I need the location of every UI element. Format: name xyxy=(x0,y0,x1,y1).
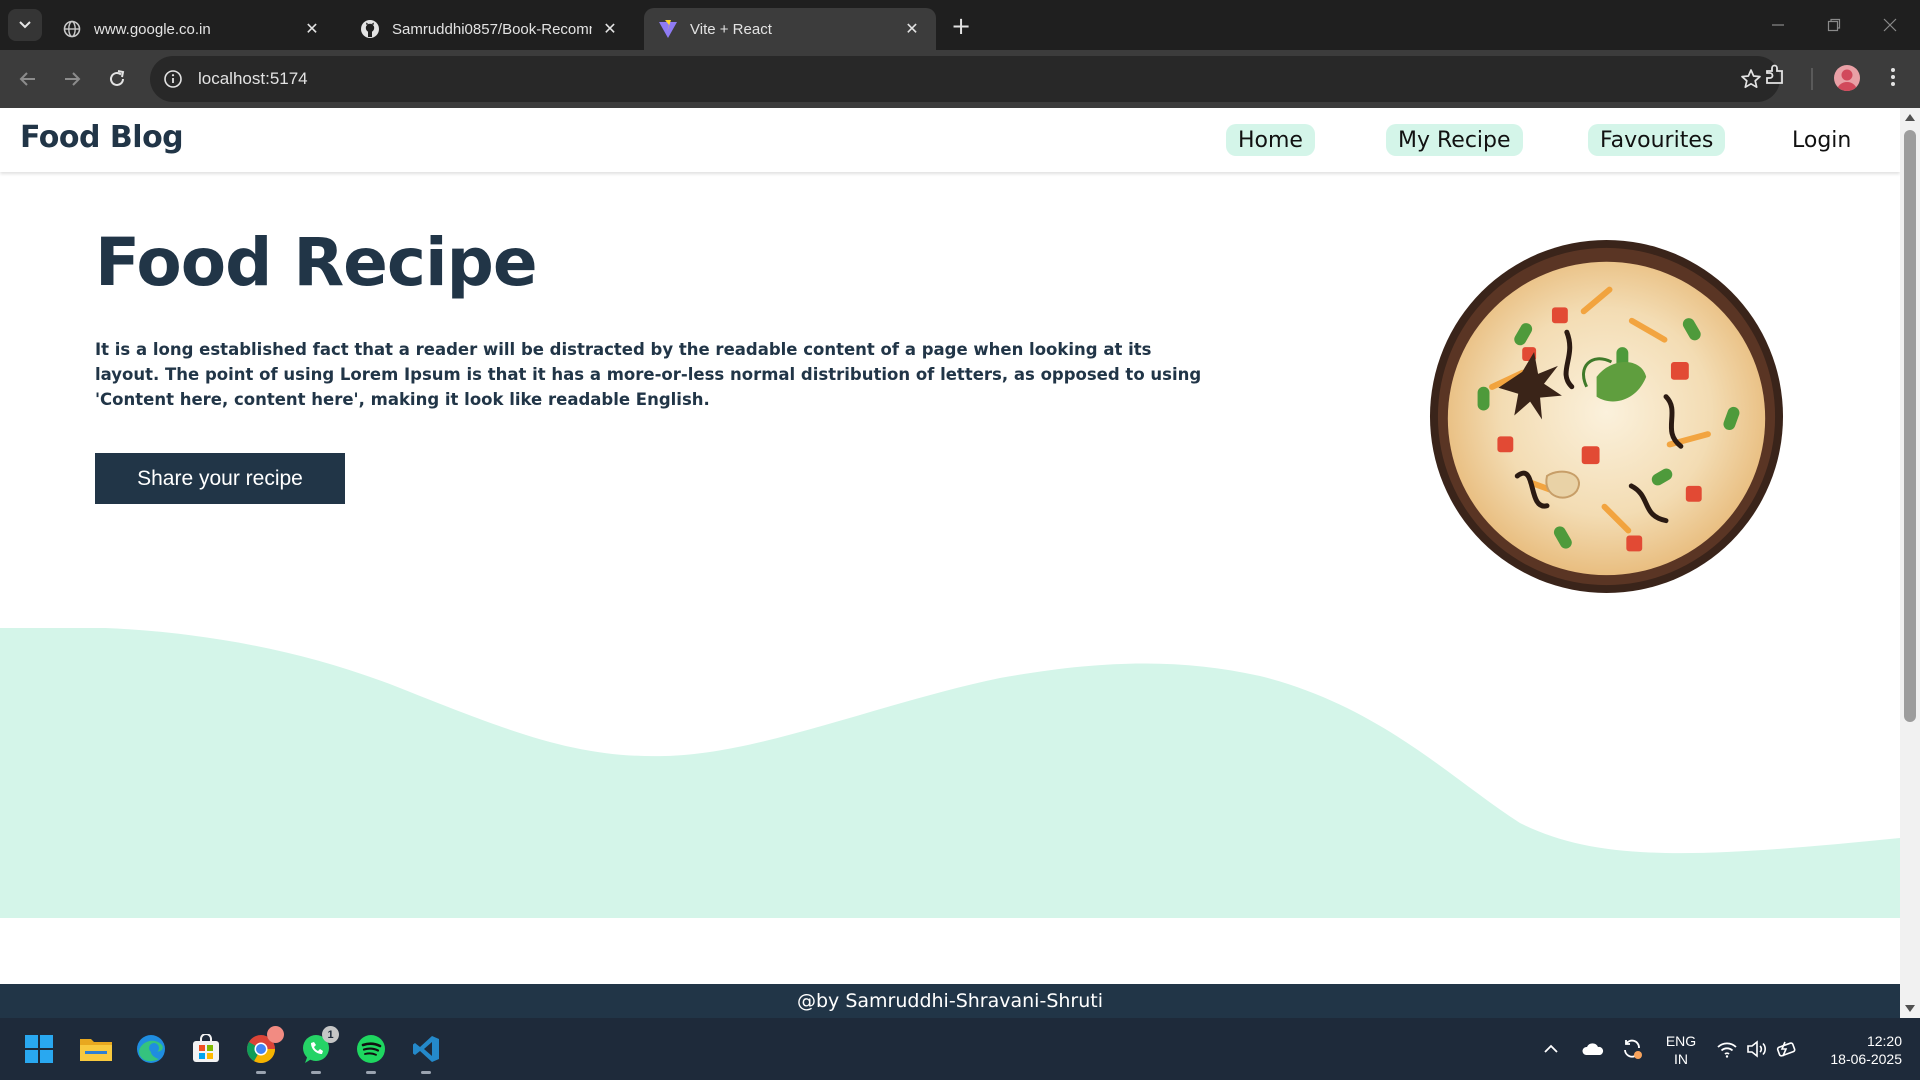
hero-description: It is a long established fact that a rea… xyxy=(95,340,1202,409)
chrome-badge xyxy=(267,1026,284,1043)
clock-time: 12:20 xyxy=(1866,1033,1902,1049)
minimize-icon[interactable] xyxy=(1750,0,1806,50)
clock-date: 18-06-2025 xyxy=(1830,1051,1902,1067)
tab-title: Samruddhi0857/Book-Recomm xyxy=(392,20,592,38)
language-indicator[interactable]: ENG IN xyxy=(1660,1032,1702,1068)
new-tab-button[interactable]: + xyxy=(946,11,976,41)
windows-taskbar: 1 ENG IN 12:20 18-06-2025 xyxy=(0,1018,1920,1080)
tab-title: www.google.co.in xyxy=(94,20,211,38)
tab-github[interactable]: Samruddhi0857/Book-Recomm ✕ xyxy=(346,8,634,50)
region-code: IN xyxy=(1674,1051,1688,1067)
reload-icon[interactable] xyxy=(99,61,135,97)
site-header: Food Blog Home My Recipe Favourites Logi… xyxy=(0,108,1900,172)
whatsapp-badge: 1 xyxy=(322,1026,339,1043)
whatsapp-icon[interactable]: 1 xyxy=(297,1026,339,1074)
nav-home[interactable]: Home xyxy=(1226,124,1315,156)
globe-icon xyxy=(62,19,82,39)
address-bar[interactable]: localhost:5174 xyxy=(150,56,1780,102)
scroll-up-arrow-icon[interactable] xyxy=(1905,114,1915,121)
scroll-thumb[interactable] xyxy=(1904,130,1916,722)
running-indicator xyxy=(311,1071,321,1074)
nav-my-recipe[interactable]: My Recipe xyxy=(1386,124,1523,156)
decorative-wave xyxy=(0,628,1900,918)
page-scrollbar[interactable] xyxy=(1900,108,1920,1018)
wifi-icon[interactable] xyxy=(1716,1018,1738,1080)
nav-favourites[interactable]: Favourites xyxy=(1588,124,1726,156)
volume-icon[interactable] xyxy=(1746,1018,1768,1080)
close-window-icon[interactable] xyxy=(1862,0,1918,50)
github-icon xyxy=(360,19,380,39)
toolbar-divider xyxy=(1811,68,1813,90)
microsoft-store-icon[interactable] xyxy=(187,1030,225,1068)
profile-avatar[interactable] xyxy=(1834,65,1860,91)
chrome-icon[interactable] xyxy=(242,1026,284,1074)
vscode-icon[interactable] xyxy=(407,1030,445,1074)
more-menu-icon[interactable] xyxy=(1880,64,1906,94)
page-title: Food Recipe xyxy=(95,224,538,301)
footer-credit: @by Samruddhi-Shravani-Shruti xyxy=(796,990,1103,1012)
browser-tab-strip: www.google.co.in ✕ Samruddhi0857/Book-Re… xyxy=(0,0,1920,50)
tab-google[interactable]: www.google.co.in ✕ xyxy=(48,8,336,50)
system-clock[interactable]: 12:20 18-06-2025 xyxy=(1812,1032,1902,1068)
tab-search-button[interactable] xyxy=(8,9,42,41)
onedrive-icon[interactable] xyxy=(1582,1018,1604,1080)
extensions-icon[interactable] xyxy=(1762,62,1788,92)
windows-start-icon[interactable] xyxy=(20,1030,58,1068)
scroll-down-arrow-icon[interactable] xyxy=(1905,1005,1915,1012)
bookmark-star-icon[interactable] xyxy=(1740,68,1762,94)
restore-icon[interactable] xyxy=(1806,0,1862,50)
running-indicator xyxy=(366,1071,376,1074)
file-explorer-icon[interactable] xyxy=(77,1030,115,1068)
url-text: localhost:5174 xyxy=(198,69,308,88)
close-tab-icon[interactable]: ✕ xyxy=(600,19,620,39)
running-indicator xyxy=(256,1071,266,1074)
tab-vite-react[interactable]: Vite + React ✕ xyxy=(644,8,936,50)
page-viewport: Food Blog Home My Recipe Favourites Logi… xyxy=(0,108,1900,1018)
forward-icon[interactable] xyxy=(54,61,90,97)
vite-icon xyxy=(658,19,678,39)
running-indicator xyxy=(421,1071,431,1074)
edge-icon[interactable] xyxy=(132,1030,170,1068)
site-footer: @by Samruddhi-Shravani-Shruti xyxy=(0,984,1900,1018)
back-icon[interactable] xyxy=(10,61,46,97)
language-code: ENG xyxy=(1665,1033,1697,1049)
close-tab-icon[interactable]: ✕ xyxy=(302,19,322,39)
sync-icon[interactable] xyxy=(1620,1018,1644,1080)
biryani-bowl-image xyxy=(1429,239,1784,594)
battery-icon[interactable] xyxy=(1775,1018,1797,1080)
spotify-icon[interactable] xyxy=(352,1030,390,1074)
site-logo[interactable]: Food Blog xyxy=(20,120,184,155)
show-hidden-icons-icon[interactable] xyxy=(1543,1018,1559,1080)
nav-login[interactable]: Login xyxy=(1780,124,1863,156)
browser-toolbar: localhost:5174 xyxy=(0,50,1920,108)
share-recipe-button[interactable]: Share your recipe xyxy=(95,453,345,504)
tab-title: Vite + React xyxy=(690,20,772,38)
site-info-icon[interactable] xyxy=(162,68,184,90)
chevron-down-icon xyxy=(19,21,31,29)
close-tab-icon[interactable]: ✕ xyxy=(902,19,922,39)
